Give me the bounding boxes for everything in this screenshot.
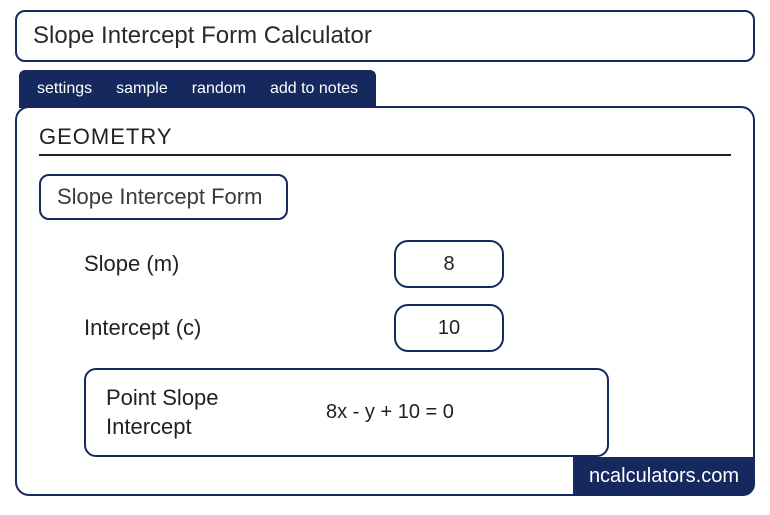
tab-random[interactable]: random <box>192 80 246 98</box>
intercept-label: Intercept (c) <box>84 315 394 341</box>
slope-input[interactable] <box>394 240 504 288</box>
intercept-row: Intercept (c) <box>84 304 731 352</box>
intercept-input[interactable] <box>394 304 504 352</box>
section-heading: GEOMETRY <box>39 124 731 156</box>
result-label: Point Slope Intercept <box>106 384 306 441</box>
page-title: Slope Intercept Form Calculator <box>15 10 755 62</box>
tab-settings[interactable]: settings <box>37 80 92 98</box>
slope-label: Slope (m) <box>84 251 394 277</box>
result-value: 8x - y + 10 = 0 <box>326 401 454 424</box>
result-box: Point Slope Intercept 8x - y + 10 = 0 <box>84 368 609 457</box>
brand-badge: ncalculators.com <box>573 457 755 496</box>
tab-bar: settings sample random add to notes <box>19 70 376 108</box>
slope-row: Slope (m) <box>84 240 731 288</box>
tab-sample[interactable]: sample <box>116 80 168 98</box>
form-heading: Slope Intercept Form <box>39 174 288 220</box>
tab-add-to-notes[interactable]: add to notes <box>270 80 358 98</box>
main-panel: GEOMETRY Slope Intercept Form Slope (m) … <box>15 106 755 496</box>
